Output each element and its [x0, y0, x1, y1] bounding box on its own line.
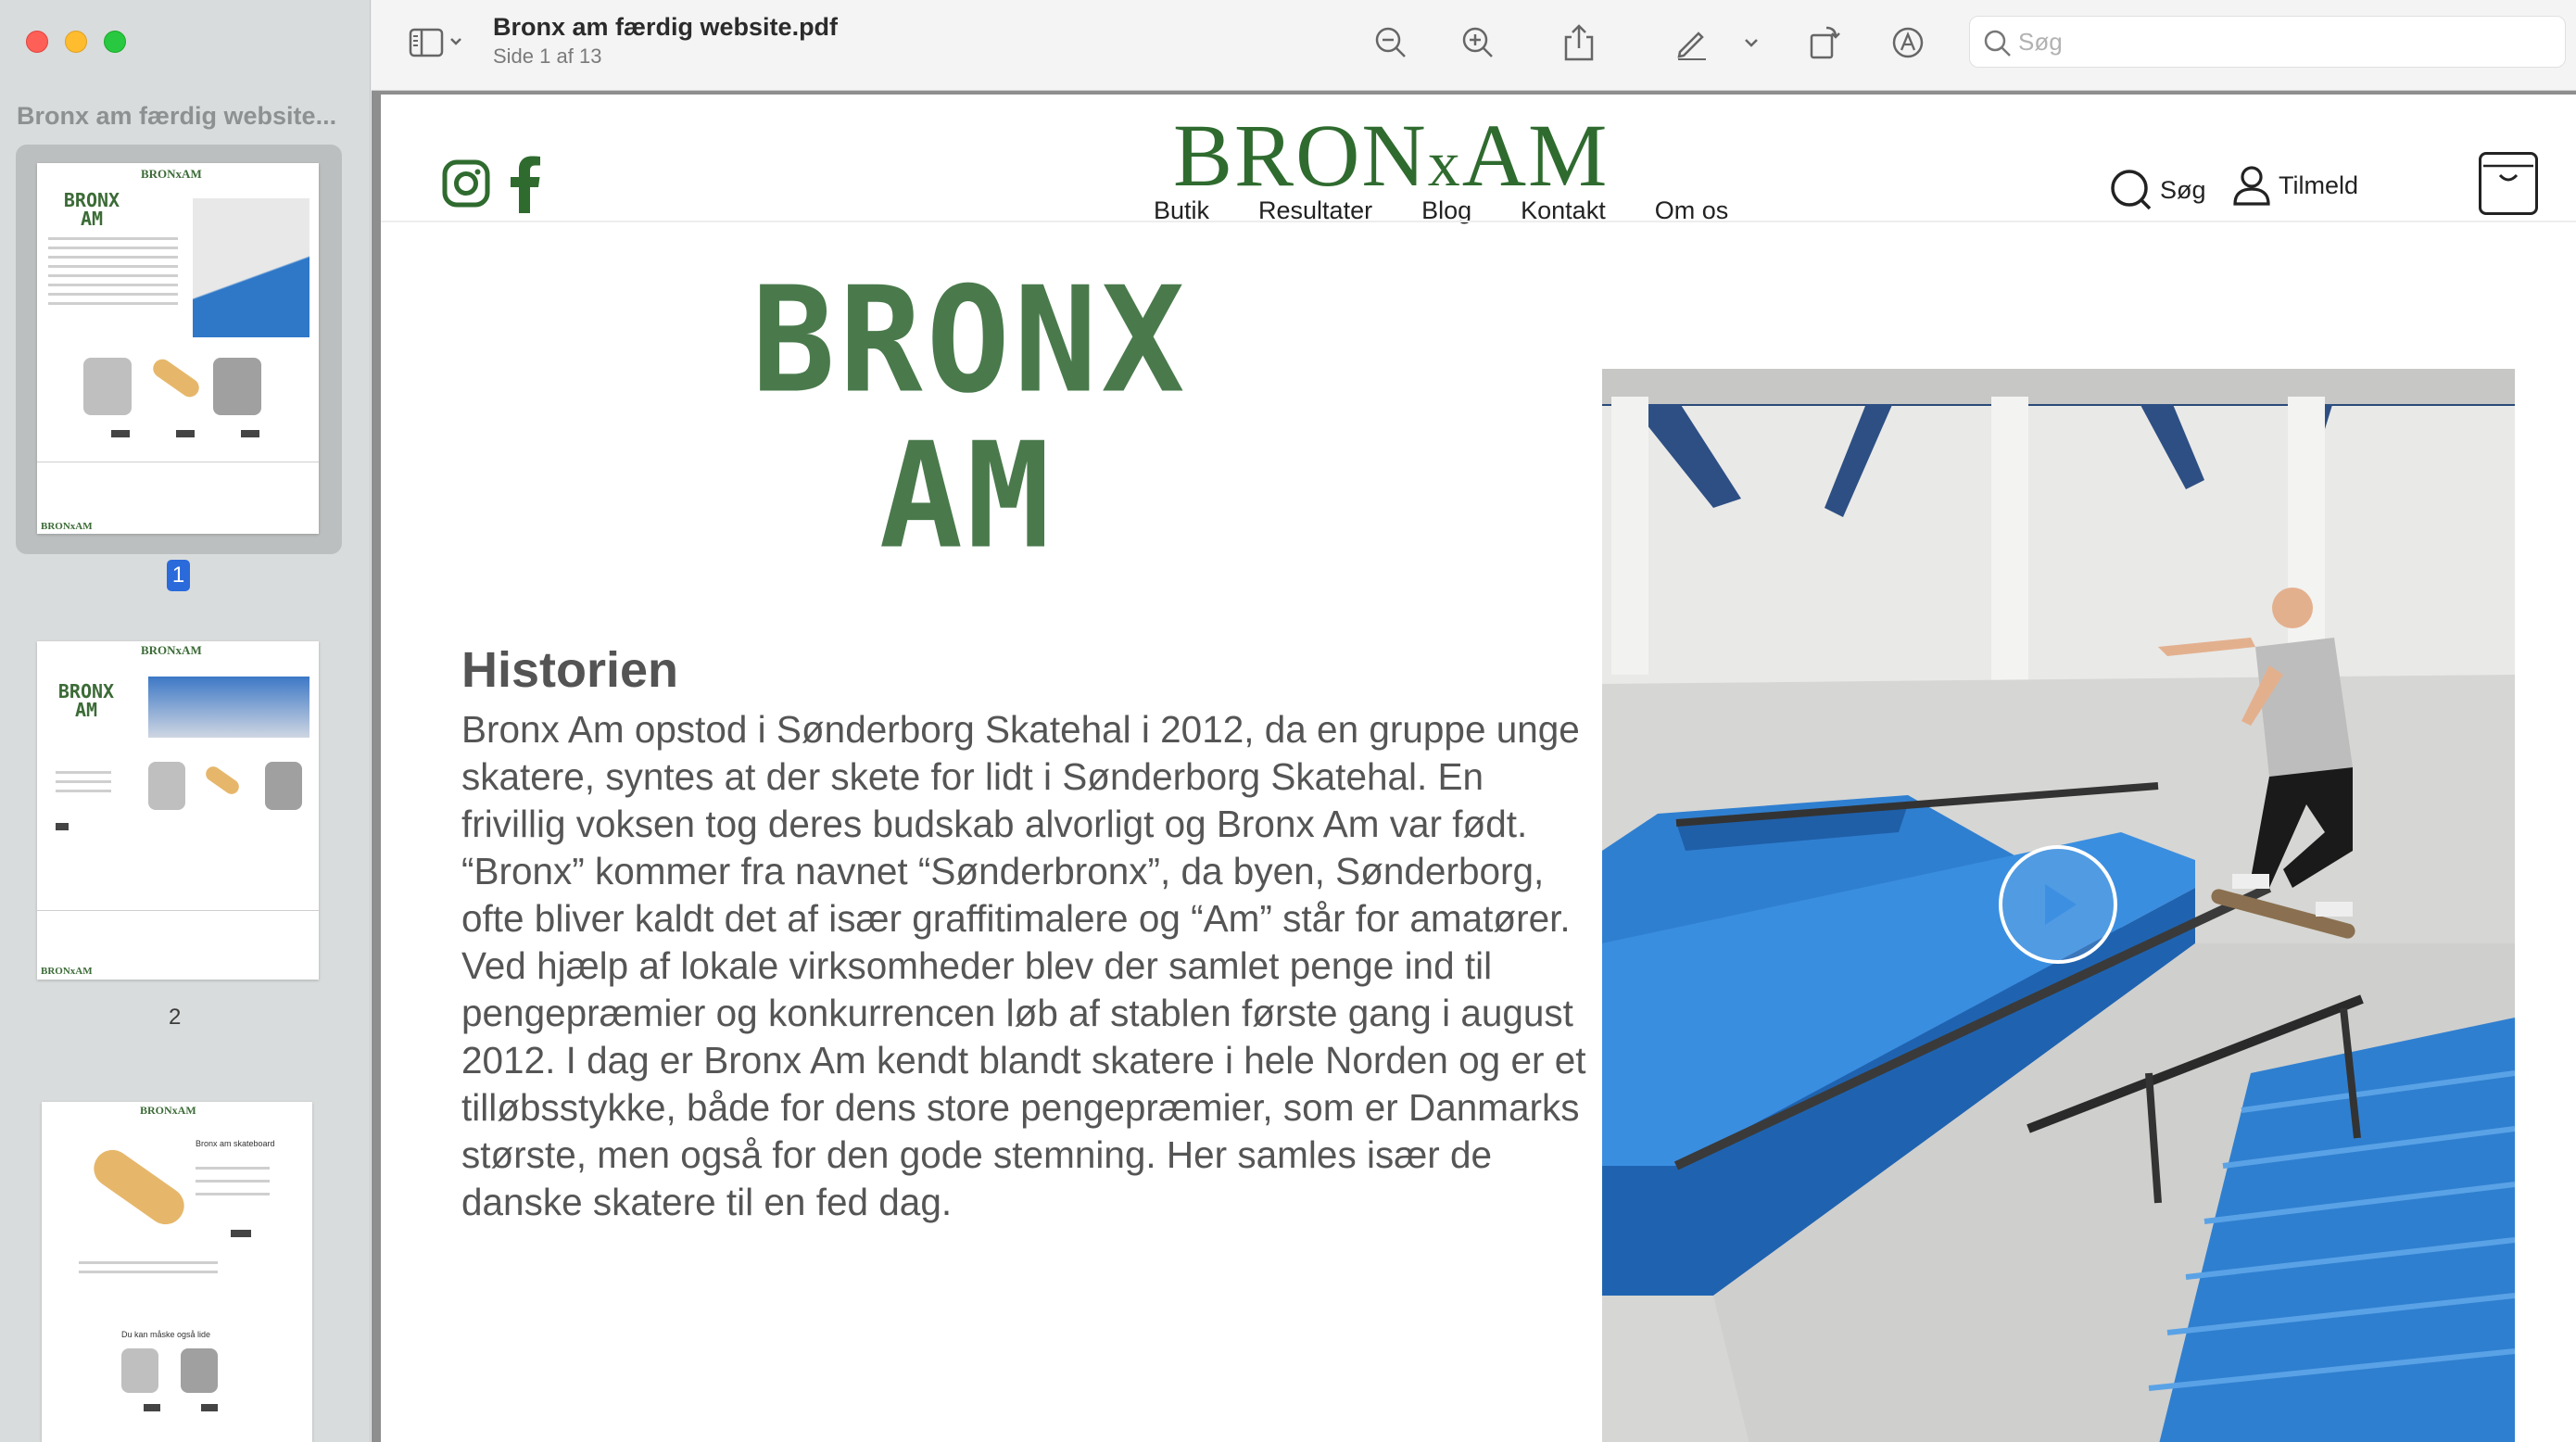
- document-title: Bronx am færdig website.pdf: [493, 13, 839, 41]
- bronx-am-logo: BRONX AM: [751, 256, 1189, 582]
- page-indicator: Side 1 af 13: [493, 44, 602, 68]
- thumbnail-sidebar: Bronx am færdig website... BRONxAM BRONX…: [0, 0, 371, 1442]
- thumb-logo: BRONxAM: [141, 643, 202, 657]
- thumb-banner: [148, 677, 309, 738]
- rotate-icon: [1810, 26, 1840, 59]
- skate-photo: [1602, 369, 2515, 1442]
- markup-button[interactable]: [1671, 22, 1711, 63]
- history-heading: Historien: [461, 642, 679, 698]
- thumb-bronx-logo: BRONX AM: [57, 680, 115, 721]
- markup-pen-icon: [1677, 32, 1706, 60]
- thumb-product: [149, 355, 203, 401]
- zoom-out-icon: [1375, 27, 1406, 57]
- share-icon: [1564, 24, 1594, 61]
- page-thumbnail-1[interactable]: BRONxAM BRONX AM BRONxAM: [37, 163, 319, 534]
- search-icon: [1984, 30, 2011, 57]
- signup-label: Tilmeld: [2279, 171, 2359, 199]
- window-controls: [26, 31, 126, 53]
- annotate-icon: [1892, 27, 1924, 58]
- site-search-button[interactable]: Søg: [2110, 169, 2206, 211]
- page-thumbnail-2[interactable]: BRONxAM BRONX AM BRONxAM: [37, 641, 319, 980]
- thumb-footer-logo: BRONxAM: [41, 521, 93, 532]
- cart-button[interactable]: [2479, 152, 2538, 215]
- thumb-product: [213, 358, 261, 415]
- toolbar: Bronx am færdig website.pdf Side 1 af 13: [372, 0, 2576, 91]
- signup-button[interactable]: Tilmeld: [2232, 165, 2358, 206]
- thumb-logo: BRONxAM: [140, 1104, 196, 1117]
- zoom-out-button[interactable]: [1370, 22, 1411, 63]
- sidebar-toggle-button[interactable]: [405, 22, 470, 63]
- header-divider: [381, 221, 2576, 222]
- share-button[interactable]: [1559, 22, 1599, 63]
- rotate-button[interactable]: [1802, 22, 1843, 63]
- zoom-in-button[interactable]: [1458, 22, 1498, 63]
- thumb-photo: [193, 198, 309, 337]
- thumb-product: [83, 358, 132, 415]
- thumb-product-title: Bronx am skateboard: [196, 1139, 275, 1148]
- search-icon: [2111, 170, 2152, 210]
- search-input[interactable]: [2018, 17, 2537, 67]
- instagram-icon[interactable]: [442, 159, 490, 208]
- cart-icon: [2483, 164, 2533, 182]
- thumb-also-like: Du kan måske også lide: [121, 1330, 211, 1339]
- thumb-logo: BRONxAM: [141, 167, 202, 181]
- history-text: Bronx Am opstod i Sønderborg Skatehal i …: [461, 708, 1586, 1223]
- minimize-window-button[interactable]: [65, 31, 87, 53]
- annotate-button[interactable]: [1888, 22, 1928, 63]
- markup-menu-button[interactable]: [1737, 22, 1765, 63]
- site-logo[interactable]: BRONxAM: [1173, 104, 1609, 207]
- pdf-page: BRONxAM Butik Resultater Blog Kontakt Om…: [381, 95, 2576, 1442]
- thumb-skateboard: [86, 1143, 192, 1232]
- search-field[interactable]: [1969, 16, 2566, 68]
- thumb-bronx-logo: BRONX AM: [63, 189, 120, 230]
- sidebar-toggle-icon: [409, 28, 461, 57]
- facebook-icon[interactable]: [509, 156, 542, 213]
- page-number-badge-1: 1: [167, 560, 190, 591]
- skate-video[interactable]: [1602, 369, 2515, 1442]
- close-window-button[interactable]: [26, 31, 48, 53]
- document-view[interactable]: BRONxAM Butik Resultater Blog Kontakt Om…: [372, 91, 2576, 1442]
- chevron-down-icon: [1745, 39, 1758, 47]
- page-number-2: 2: [169, 1005, 182, 1030]
- site-search-label: Søg: [2160, 175, 2206, 204]
- thumb-footer-logo: BRONxAM: [41, 966, 93, 977]
- page-thumbnail-3[interactable]: BRONxAM Bronx am skateboard Du kan måske…: [42, 1102, 312, 1442]
- user-icon: [2233, 166, 2270, 206]
- sidebar-doc-title: Bronx am færdig website...: [17, 102, 337, 130]
- zoom-window-button[interactable]: [104, 31, 126, 53]
- zoom-in-icon: [1462, 27, 1493, 57]
